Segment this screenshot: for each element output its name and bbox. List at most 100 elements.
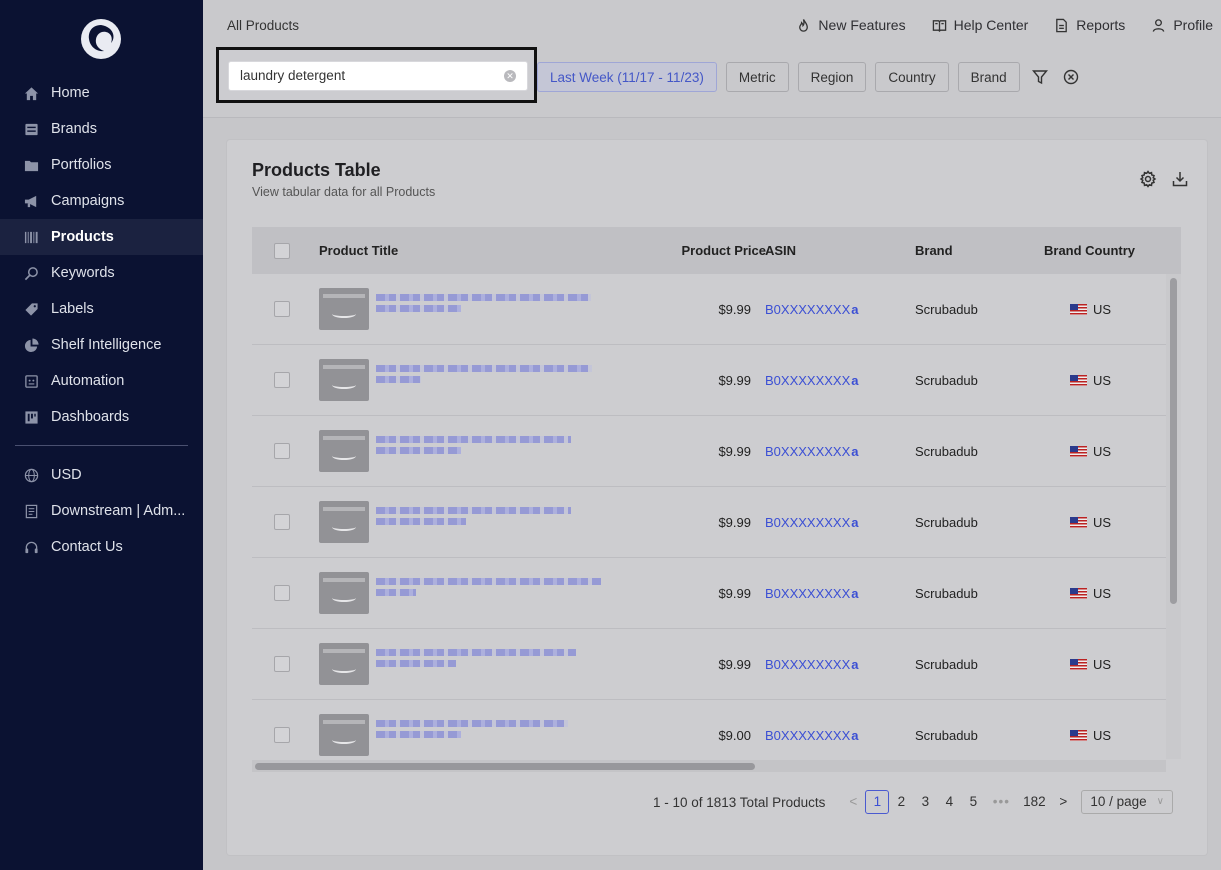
page-size-select[interactable]: 10 / page ∨ <box>1081 790 1173 814</box>
amazon-icon[interactable]: a <box>851 302 858 317</box>
horizontal-scroll-thumb[interactable] <box>255 763 755 770</box>
sidebar-item-keywords[interactable]: Keywords <box>0 255 203 291</box>
sidebar-item-label: Portfolios <box>51 157 112 173</box>
asin-text: B0XXXXXXXX <box>765 585 851 601</box>
brand-cell: Scrubadub <box>915 585 978 601</box>
product-image-icon <box>319 359 369 401</box>
product-title-redacted[interactable] <box>376 432 601 458</box>
sidebar-item-label: USD <box>51 467 82 483</box>
download-icon[interactable] <box>1171 170 1189 188</box>
column-header-product-title[interactable]: Product Title <box>319 243 398 258</box>
page-button-1[interactable]: 1 <box>865 790 890 814</box>
amazon-icon[interactable]: a <box>851 586 858 601</box>
product-title-redacted[interactable] <box>376 290 601 316</box>
product-title-redacted[interactable] <box>376 716 601 742</box>
product-title-redacted[interactable] <box>376 645 601 671</box>
prev-page-button[interactable]: < <box>841 790 865 814</box>
row-checkbox[interactable] <box>274 301 290 317</box>
row-checkbox[interactable] <box>274 656 290 672</box>
page-jump-ellipsis[interactable]: ••• <box>985 790 1017 814</box>
row-checkbox[interactable] <box>274 443 290 459</box>
sidebar-item-campaigns[interactable]: Campaigns <box>0 183 203 219</box>
row-checkbox[interactable] <box>274 372 290 388</box>
brand-filter[interactable]: Brand <box>957 62 1020 92</box>
amazon-icon[interactable]: a <box>851 728 858 743</box>
horizontal-scrollbar[interactable] <box>252 760 1166 772</box>
column-header-asin[interactable]: ASIN <box>765 243 796 258</box>
settings-gear-icon[interactable] <box>1139 170 1157 188</box>
region-filter[interactable]: Region <box>797 62 867 92</box>
clear-search-icon[interactable]: ✕ <box>504 70 516 82</box>
sidebar-item-shelf-intelligence[interactable]: Shelf Intelligence <box>0 327 203 363</box>
country-code: US <box>1093 585 1112 601</box>
new-features-link[interactable]: New Features <box>796 17 906 33</box>
page-button-3[interactable]: 3 <box>913 790 937 814</box>
product-price: $9.99 <box>718 372 751 388</box>
product-cell <box>319 288 591 330</box>
vertical-scroll-thumb[interactable] <box>1170 278 1177 604</box>
asin-link[interactable]: B0XXXXXXXXa <box>765 444 859 459</box>
select-all-checkbox[interactable] <box>274 242 290 259</box>
sidebar-nav: Home Brands Portfolios Campaigns Product… <box>0 75 203 565</box>
sidebar-item-automation[interactable]: Automation <box>0 363 203 399</box>
sidebar-item-portfolios[interactable]: Portfolios <box>0 147 203 183</box>
country-cell: US <box>1070 515 1111 530</box>
asin-text: B0XXXXXXXX <box>765 727 851 743</box>
help-center-link[interactable]: Help Center <box>932 17 1028 33</box>
us-flag-icon <box>1070 303 1087 315</box>
asin-link[interactable]: B0XXXXXXXXa <box>765 373 859 388</box>
sidebar: Home Brands Portfolios Campaigns Product… <box>0 0 203 870</box>
product-cell <box>319 501 571 543</box>
top-links: New Features Help Center Reports Profile <box>796 17 1213 33</box>
reports-link[interactable]: Reports <box>1054 17 1125 33</box>
page-button-last[interactable]: 182 <box>1017 790 1051 814</box>
filter-button[interactable] <box>1029 62 1051 92</box>
sidebar-item-products[interactable]: Products <box>0 219 203 255</box>
profile-link[interactable]: Profile <box>1151 17 1213 33</box>
country-cell: US <box>1070 728 1111 743</box>
sidebar-item-account[interactable]: Downstream | Adm... <box>0 493 203 529</box>
sidebar-item-labels[interactable]: Labels <box>0 291 203 327</box>
metric-filter[interactable]: Metric <box>725 62 789 92</box>
sidebar-item-contact[interactable]: Contact Us <box>0 529 203 565</box>
vertical-scrollbar[interactable] <box>1166 274 1181 759</box>
asin-text: B0XXXXXXXX <box>765 656 851 672</box>
column-header-brand-country[interactable]: Brand Country <box>1044 243 1135 258</box>
row-checkbox[interactable] <box>274 727 290 743</box>
us-flag-icon <box>1070 374 1087 386</box>
column-header-product-price[interactable]: Product Price <box>681 243 766 258</box>
amazon-icon[interactable]: a <box>851 515 858 530</box>
date-range-filter[interactable]: Last Week (11/17 - 11/23) <box>537 62 717 92</box>
asin-link[interactable]: B0XXXXXXXXa <box>765 728 859 743</box>
amazon-icon[interactable]: a <box>851 657 858 672</box>
row-checkbox[interactable] <box>274 585 290 601</box>
amazon-icon[interactable]: a <box>851 444 858 459</box>
clear-filters-button[interactable] <box>1060 62 1082 92</box>
search-input[interactable]: laundry detergent ✕ <box>228 61 528 91</box>
us-flag-icon <box>1070 516 1087 528</box>
asin-link[interactable]: B0XXXXXXXXa <box>765 515 859 530</box>
row-checkbox[interactable] <box>274 514 290 530</box>
document-icon <box>23 503 39 519</box>
sidebar-item-home[interactable]: Home <box>0 75 203 111</box>
amazon-icon[interactable]: a <box>851 373 858 388</box>
us-flag-icon <box>1070 587 1087 599</box>
page-button-5[interactable]: 5 <box>961 790 985 814</box>
product-title-redacted[interactable] <box>376 361 601 387</box>
product-title-redacted[interactable] <box>376 574 601 600</box>
sidebar-item-brands[interactable]: Brands <box>0 111 203 147</box>
next-page-button[interactable]: > <box>1051 790 1075 814</box>
page-button-2[interactable]: 2 <box>889 790 913 814</box>
column-header-brand[interactable]: Brand <box>915 243 953 258</box>
page-button-4[interactable]: 4 <box>937 790 961 814</box>
sidebar-item-currency[interactable]: USD <box>0 457 203 493</box>
asin-link[interactable]: B0XXXXXXXXa <box>765 586 859 601</box>
headset-icon <box>23 539 39 555</box>
brand-logo-icon[interactable] <box>80 18 122 60</box>
country-filter[interactable]: Country <box>875 62 949 92</box>
product-title-redacted[interactable] <box>376 503 601 529</box>
brand-cell: Scrubadub <box>915 443 978 459</box>
asin-link[interactable]: B0XXXXXXXXa <box>765 302 859 317</box>
sidebar-item-dashboards[interactable]: Dashboards <box>0 399 203 435</box>
asin-link[interactable]: B0XXXXXXXXa <box>765 657 859 672</box>
